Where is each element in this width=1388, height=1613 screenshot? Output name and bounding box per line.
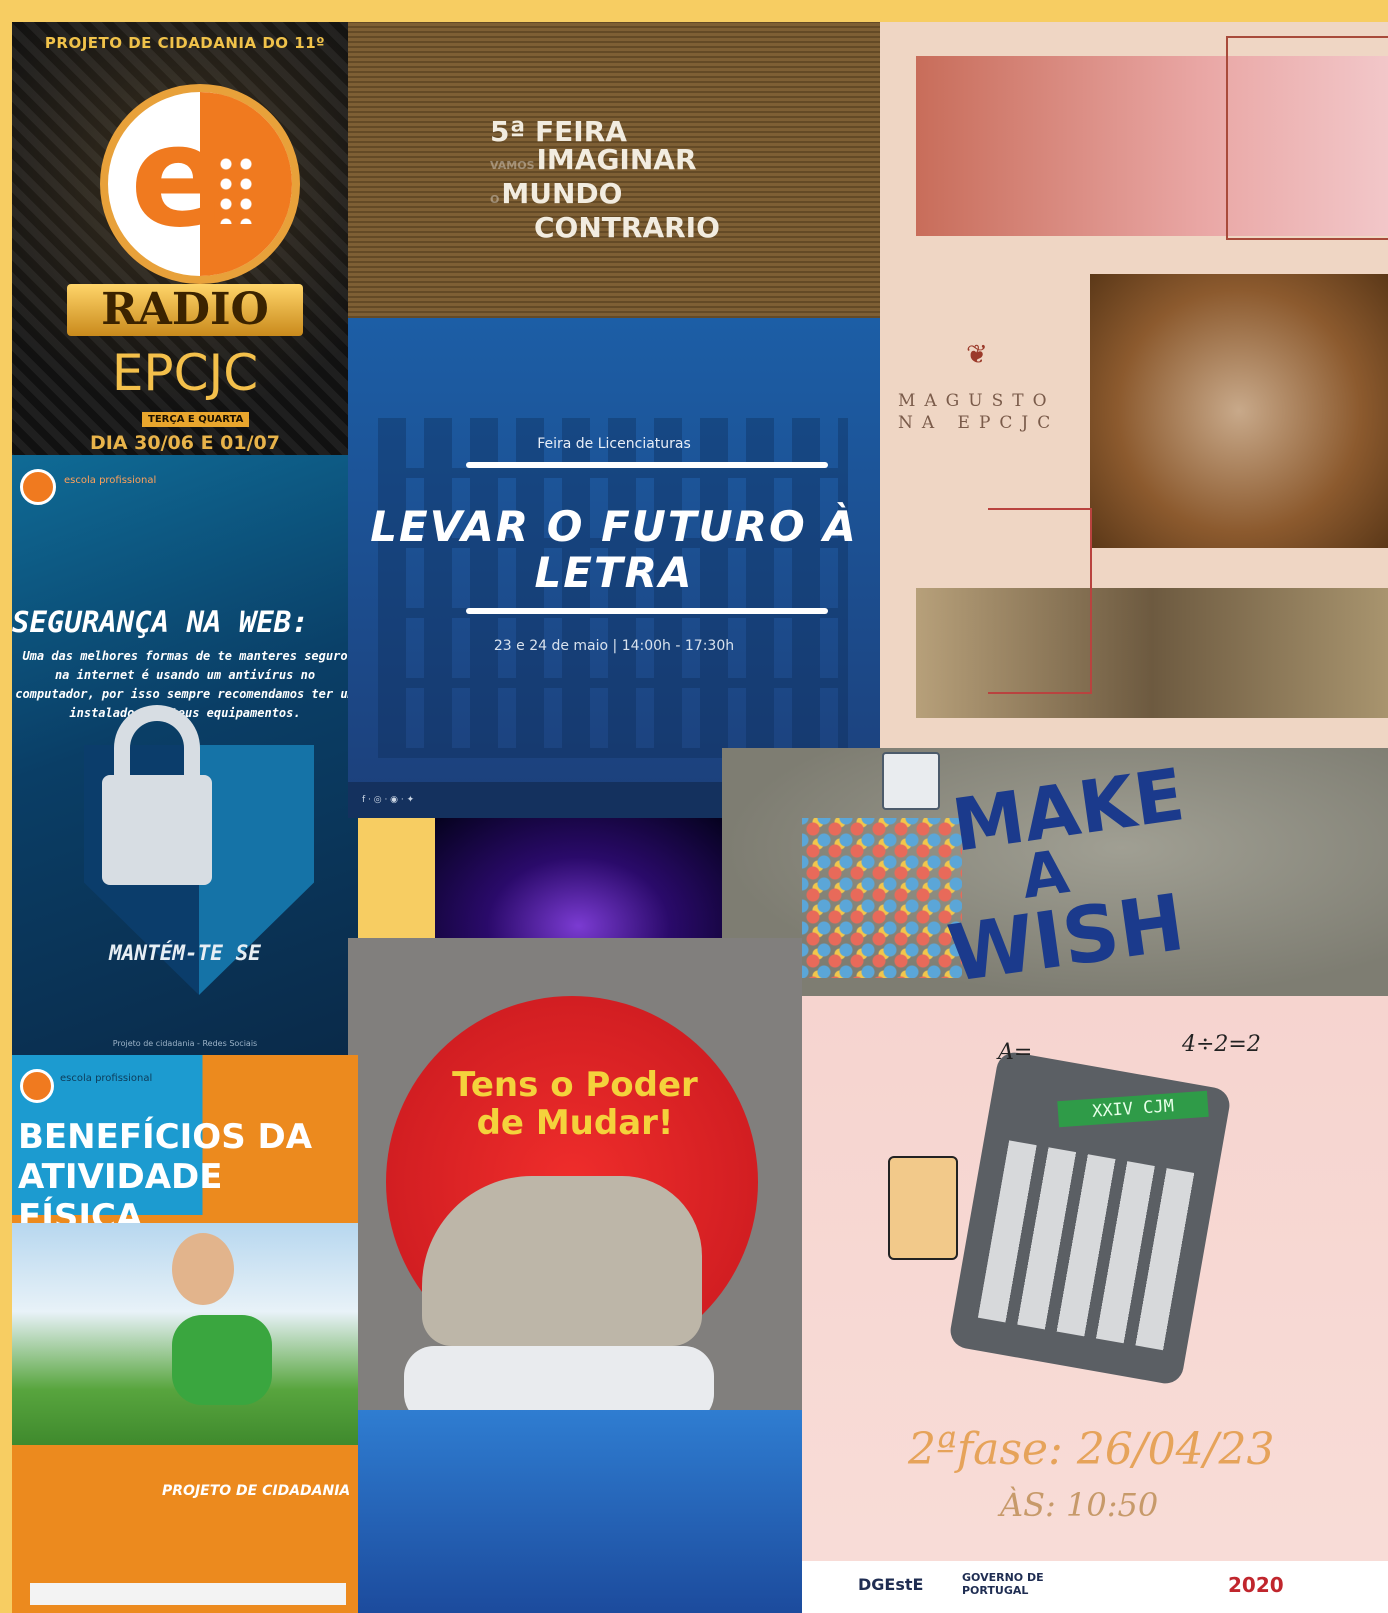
divider xyxy=(466,608,828,614)
sponsor-logos xyxy=(30,1583,346,1605)
web-security-heading: SEGURANÇA NA WEB: xyxy=(12,605,309,639)
school-crest-icon xyxy=(882,752,940,810)
athlete-shirt xyxy=(172,1315,272,1405)
wish-word-wish: WISH xyxy=(942,877,1190,998)
web-security-body: Uma das melhores formas de te manteres s… xyxy=(15,649,355,720)
portugal-2020-logo: 2020 xyxy=(1228,1573,1284,1597)
levar-title: LEVAR O FUTURO À LETRA xyxy=(370,502,858,597)
dgeste-logo: DGEstE xyxy=(858,1575,924,1594)
levar-date: 23 e 24 de maio | 14:00h - 17:30h xyxy=(493,638,735,654)
make-a-wish-poster[interactable]: MAKE A WISH xyxy=(722,748,1388,998)
divider xyxy=(466,462,828,468)
frame-decoration xyxy=(988,508,1092,694)
school-logo-text: escola profissional xyxy=(64,475,157,486)
atividade-fisica-poster[interactable]: escola profissional BENEFÍCIOS DA ATIVID… xyxy=(12,1055,358,1613)
calculator-keys xyxy=(977,1140,1203,1352)
paper-stars-image xyxy=(802,818,962,978)
polar-bear-image xyxy=(422,1176,702,1346)
radio-days: TERÇA E QUARTA xyxy=(142,412,250,427)
radio-epcjc-poster[interactable]: PROJETO DE CIDADANIA DO 11º e RADIO EPCJ… xyxy=(12,22,358,464)
math-competition-poster[interactable]: XXIV CJM 4÷2=2 A= 2ªfase: 26/04/23 ÀS: 1… xyxy=(802,996,1388,1613)
competition-phase-date: 2ªfase: 26/04/23 xyxy=(908,1424,1275,1475)
pencil-cup-icon xyxy=(888,1156,958,1260)
sponsor-footer: DGEstE GOVERNO DE PORTUGAL 2020 xyxy=(802,1561,1388,1613)
feira-title: 5ª FEIRA VAMOSIMAGINAR OMUNDO CONTRARIO xyxy=(490,115,720,244)
atividade-title: BENEFÍCIOS DA ATIVIDADE FÍSICA xyxy=(18,1117,313,1237)
formula-division: 4÷2=2 xyxy=(1182,1032,1261,1057)
radio-banner: RADIO xyxy=(67,284,303,336)
web-security-footer: MANTÉM-TE SE xyxy=(109,941,261,965)
formula-area: A= xyxy=(998,1040,1033,1065)
epcjc-logo-icon: e xyxy=(100,84,300,284)
tens-o-poder-poster[interactable]: Tens o Poder de Mudar! xyxy=(348,938,802,1613)
wish-word-make: MAKE xyxy=(947,752,1190,868)
ativ-project: PROJETO DE CIDADANIA xyxy=(162,1483,351,1499)
school-logo-text: escola profissional xyxy=(60,1073,153,1084)
collage-board: PROJETO DE CIDADANIA DO 11º e RADIO EPCJ… xyxy=(0,0,1388,1613)
governo-logo: GOVERNO DE PORTUGAL xyxy=(962,1571,1044,1597)
school-logo-icon xyxy=(20,1069,54,1103)
poder-title: Tens o Poder de Mudar! xyxy=(452,1065,698,1143)
athlete-head xyxy=(172,1233,234,1305)
leaf-icon: ❦ xyxy=(966,340,988,370)
photo-table xyxy=(1090,274,1388,548)
radio-project-title: PROJETO DE CIDADANIA DO 11º xyxy=(44,34,326,52)
levar-futuro-poster[interactable]: Feira de Licenciaturas LEVAR O FUTURO À … xyxy=(348,318,880,818)
feira-poster[interactable]: 5ª FEIRA VAMOSIMAGINAR OMUNDO CONTRARIO xyxy=(348,22,880,318)
competition-time: ÀS: 10:50 xyxy=(1000,1486,1159,1524)
school-logo-icon xyxy=(20,469,56,505)
radio-dates: DIA 30/06 E 01/07 xyxy=(89,432,280,454)
photo-group xyxy=(916,588,1388,718)
levar-subtitle: Feira de Licenciaturas xyxy=(537,436,691,452)
led-stage-photo[interactable] xyxy=(435,818,722,938)
lock-icon xyxy=(102,775,212,885)
web-security-poster[interactable]: escola profissional SEGURANÇA NA WEB: Um… xyxy=(12,455,358,1055)
magusto-poster[interactable]: ❦ MAGUSTO NA EPCJC xyxy=(880,22,1388,748)
web-security-small: Projeto de cidadania - Redes Sociais xyxy=(112,1039,258,1048)
magusto-title: MAGUSTO NA EPCJC xyxy=(898,391,1060,433)
radio-school-name: EPCJC xyxy=(111,344,259,402)
plastic-sea-image xyxy=(348,1410,802,1613)
frame-decoration xyxy=(1226,36,1388,240)
